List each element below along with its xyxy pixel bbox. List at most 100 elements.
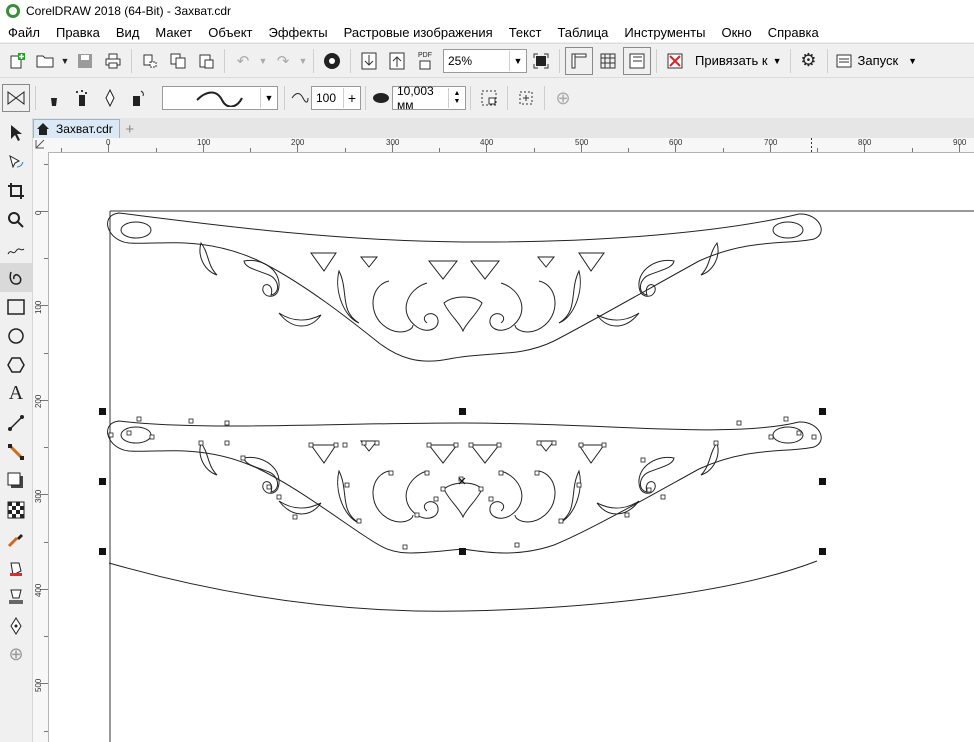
snap-off-icon[interactable]	[662, 48, 688, 74]
full-screen-preview-icon[interactable]	[528, 48, 554, 74]
show-grid-icon[interactable]	[595, 48, 621, 74]
brush-preset-icon[interactable]	[41, 85, 67, 111]
page-border	[109, 210, 974, 742]
menu-bar: Файл Правка Вид Макет Объект Эффекты Рас…	[0, 22, 974, 42]
document-tab-bar: Захват.cdr +	[33, 118, 974, 139]
transparency-tool-icon[interactable]	[0, 495, 32, 524]
add-icon[interactable]: ⊕	[550, 85, 576, 111]
gear-icon[interactable]: ⚙	[796, 48, 822, 74]
redo-dropdown-icon[interactable]: ▼	[298, 48, 308, 74]
freehand-mode-icon[interactable]	[2, 84, 30, 112]
ruler-label: 200	[291, 138, 305, 147]
publish-pdf-icon[interactable]: PDF	[412, 48, 438, 74]
copy-icon[interactable]	[165, 48, 191, 74]
menu-effects[interactable]: Эффекты	[261, 25, 336, 40]
undo-icon[interactable]: ↶	[230, 48, 256, 74]
show-rulers-icon[interactable]	[565, 46, 593, 75]
toolbar-separator	[826, 48, 828, 73]
menu-layout[interactable]: Макет	[147, 25, 200, 40]
print-icon[interactable]	[100, 48, 126, 74]
open-folder-icon[interactable]	[32, 48, 58, 74]
menu-tools[interactable]: Инструменты	[616, 25, 713, 40]
polygon-tool-icon[interactable]	[0, 350, 32, 379]
ellipse-tool-icon[interactable]	[0, 321, 32, 350]
drop-shadow-tool-icon[interactable]	[0, 466, 32, 495]
ruler-label: 500	[34, 678, 43, 692]
ruler-label: 200	[34, 394, 43, 408]
pick-tool-icon[interactable]	[0, 118, 32, 147]
zoom-level-select[interactable]: 25% ▼	[443, 48, 527, 73]
ruler-label: 900	[953, 138, 967, 147]
launch-icon	[836, 54, 851, 67]
snap-to-dropdown[interactable]: Привязать к ▼	[695, 53, 782, 68]
ruler-label: 100	[197, 138, 211, 147]
drawing-canvas[interactable]	[49, 153, 974, 742]
interactive-fill-tool-icon[interactable]	[0, 553, 32, 582]
smoothing-input[interactable]: 100 +	[311, 86, 361, 110]
sprayer-preset-icon[interactable]	[69, 85, 95, 111]
menu-edit[interactable]: Правка	[48, 25, 108, 40]
plus-icon[interactable]: +	[343, 88, 360, 108]
text-tool-icon[interactable]: A	[0, 379, 32, 408]
smart-drawing-tool-icon[interactable]	[0, 263, 32, 292]
tab-document[interactable]: Захват.cdr	[33, 119, 120, 138]
menu-window[interactable]: Окно	[713, 25, 759, 40]
stroke-shape-select[interactable]: ▼	[162, 86, 278, 110]
toolbar-separator	[559, 48, 560, 73]
search-content-icon[interactable]	[319, 48, 345, 74]
crop-tool-icon[interactable]	[0, 176, 32, 205]
shape-tool-icon[interactable]	[0, 147, 32, 176]
window-title: CorelDRAW 2018 (64-Bit) - Захват.cdr	[26, 4, 232, 18]
node-marquee-icon[interactable]	[513, 85, 539, 111]
rectangle-tool-icon[interactable]	[0, 292, 32, 321]
ruler-label: 400	[34, 583, 43, 597]
spin-arrows-icon[interactable]: ▲ ▼	[448, 88, 465, 108]
stroke-curve-preview	[196, 91, 243, 107]
ruler-label: 0	[34, 210, 43, 215]
snap-to-label: Привязать к	[695, 53, 768, 68]
connector-tool-icon[interactable]	[0, 437, 32, 466]
bounding-box-icon[interactable]	[476, 85, 502, 111]
launch-dropdown[interactable]: Запуск ▼	[836, 53, 917, 68]
show-guidelines-icon[interactable]	[623, 46, 651, 75]
paste-icon[interactable]	[193, 48, 219, 74]
smart-fill-tool-icon[interactable]	[0, 582, 32, 611]
expression-preset-icon[interactable]	[125, 85, 151, 111]
export-icon[interactable]	[384, 48, 410, 74]
toolbar-separator	[224, 48, 225, 73]
ruler-origin[interactable]	[33, 138, 49, 153]
home-icon[interactable]	[36, 122, 50, 136]
ruler-label: 0	[106, 138, 111, 147]
menu-bitmaps[interactable]: Растровые изображения	[336, 25, 501, 40]
chevron-down-icon: ▼	[772, 55, 782, 66]
ruler-label: 100	[34, 300, 43, 314]
new-document-icon[interactable]	[4, 48, 30, 74]
menu-view[interactable]: Вид	[108, 25, 148, 40]
menu-table[interactable]: Таблица	[549, 25, 616, 40]
parallel-dimension-tool-icon[interactable]	[0, 408, 32, 437]
zoom-tool-icon[interactable]	[0, 205, 32, 234]
menu-file[interactable]: Файл	[0, 25, 48, 40]
import-icon[interactable]	[356, 48, 382, 74]
ruler-label: 400	[480, 138, 494, 147]
save-icon[interactable]	[72, 48, 98, 74]
menu-text[interactable]: Текст	[501, 25, 550, 40]
eyedropper-tool-icon[interactable]	[0, 524, 32, 553]
new-tab-button[interactable]: +	[120, 120, 140, 138]
menu-help[interactable]: Справка	[760, 25, 827, 40]
freehand-tool-icon[interactable]	[0, 234, 32, 263]
undo-dropdown-icon[interactable]: ▼	[258, 48, 268, 74]
vertical-ruler[interactable]: 0 100 200 300 400 500	[33, 152, 49, 742]
horizontal-ruler[interactable]: 0 100 200 300 400 500 600 700 800 900	[48, 138, 974, 153]
zoom-level-value: 25%	[448, 53, 473, 68]
add-tool-icon[interactable]: ⊕	[0, 640, 32, 669]
menu-object[interactable]: Объект	[200, 25, 260, 40]
open-dropdown-arrow-icon[interactable]: ▼	[60, 48, 70, 74]
cut-icon[interactable]	[137, 48, 163, 74]
redo-icon[interactable]: ↷	[270, 48, 296, 74]
outline-width-input[interactable]: 10,003 мм ▲ ▼	[392, 84, 466, 112]
outline-pen-tool-icon[interactable]	[0, 611, 32, 640]
ruler-label: 700	[764, 138, 778, 147]
coreldraw-logo-icon	[6, 4, 20, 18]
calligraphic-preset-icon[interactable]	[97, 85, 123, 111]
